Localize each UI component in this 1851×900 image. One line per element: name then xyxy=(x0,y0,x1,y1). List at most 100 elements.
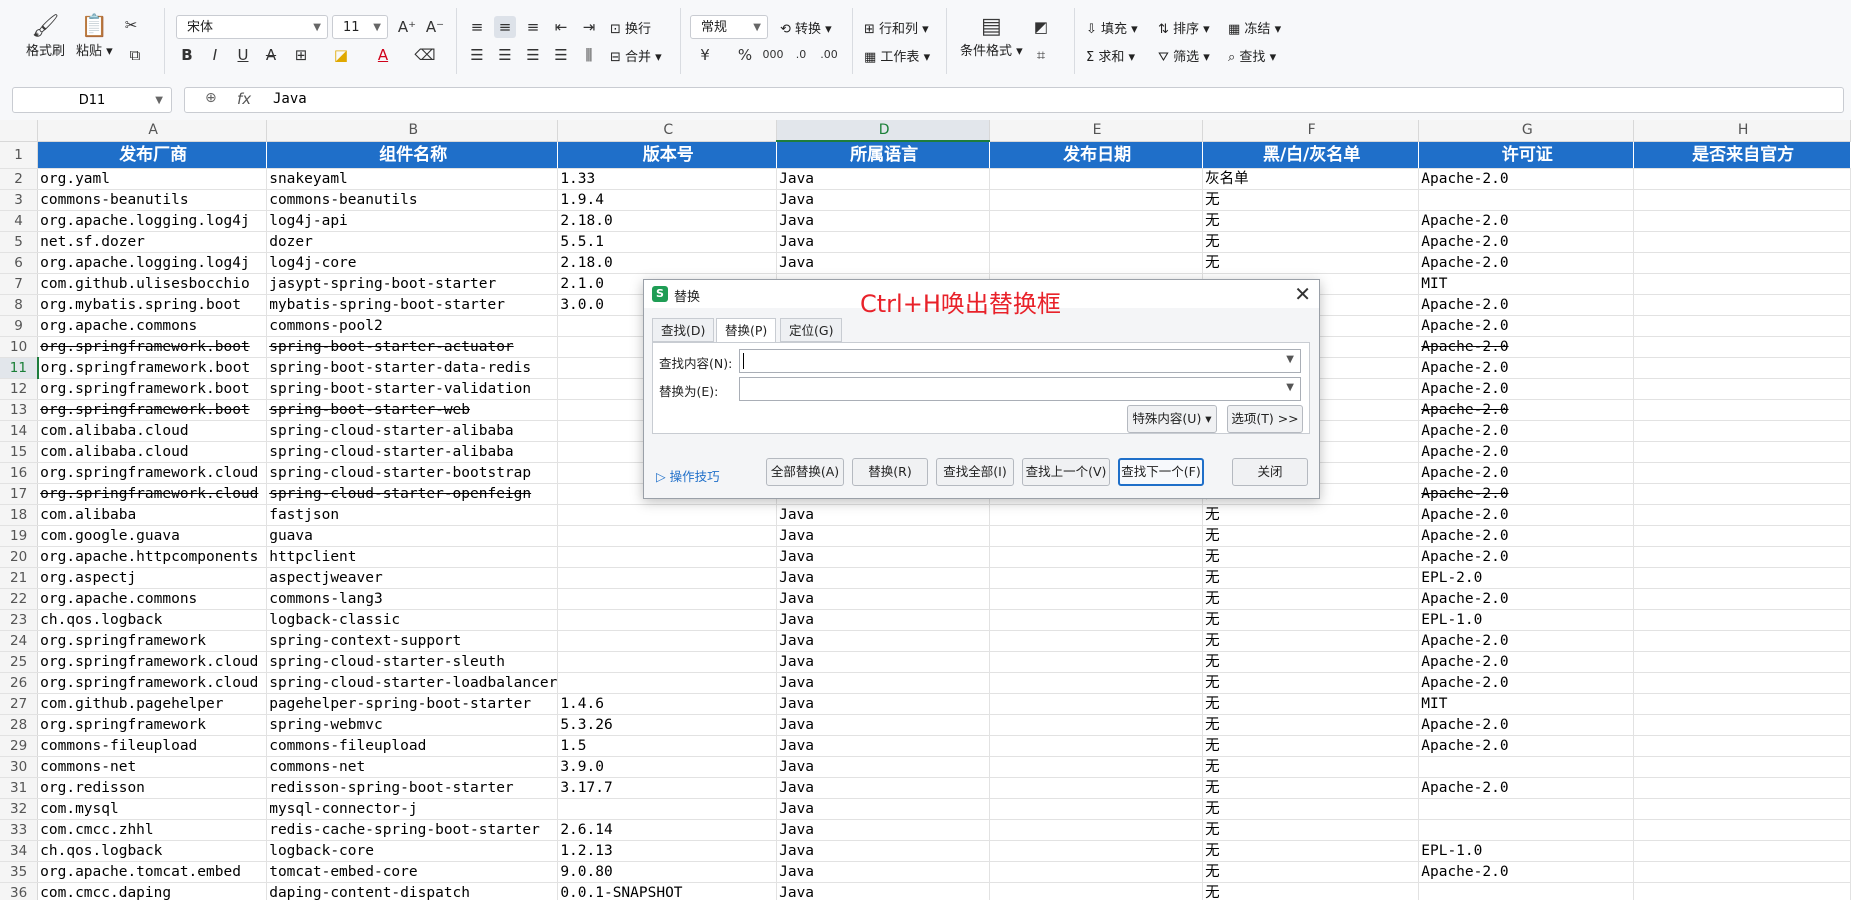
row-header[interactable]: 32 xyxy=(0,798,39,820)
cell-c[interactable]: 2.6.14 xyxy=(557,819,778,841)
cell-d[interactable]: Java xyxy=(776,693,991,715)
cell-e[interactable] xyxy=(989,777,1204,799)
row-header[interactable]: 13 xyxy=(0,399,39,421)
row-header[interactable]: 30 xyxy=(0,756,39,778)
decrease-decimal-icon[interactable]: .00 xyxy=(818,44,840,66)
cell-b[interactable]: commons-lang3 xyxy=(266,588,559,610)
cell-d[interactable]: Java xyxy=(776,861,991,883)
row-header[interactable]: 6 xyxy=(0,252,39,274)
cell-c[interactable]: 1.5 xyxy=(557,735,778,757)
sum-button[interactable]: Σ 求和 ▾ xyxy=(1086,46,1135,65)
cell-b[interactable]: spring-cloud-starter-alibaba xyxy=(266,441,559,463)
cell-h[interactable] xyxy=(1633,420,1851,442)
cell-d[interactable]: Java xyxy=(776,231,991,253)
cell-e[interactable] xyxy=(989,168,1204,190)
cell-a[interactable]: org.springframework.boot xyxy=(37,378,268,400)
cell-style-icon[interactable]: ◩ xyxy=(1030,16,1052,38)
sort-button[interactable]: ⇅ 排序 ▾ xyxy=(1158,18,1210,37)
cell-b[interactable]: redis-cache-spring-boot-starter xyxy=(266,819,559,841)
cell-g[interactable]: EPL-1.0 xyxy=(1418,609,1635,631)
cell-h[interactable] xyxy=(1633,798,1851,820)
cell-h[interactable] xyxy=(1633,567,1851,589)
cell-g[interactable]: Apache-2.0 xyxy=(1418,672,1635,694)
cell-a[interactable]: com.alibaba.cloud xyxy=(37,441,268,463)
cell-d[interactable]: Java xyxy=(776,504,991,526)
convert-button[interactable]: ⟲ 转换 ▾ xyxy=(780,18,832,37)
cell-g[interactable] xyxy=(1418,798,1635,820)
row-header[interactable]: 16 xyxy=(0,462,39,484)
cell-h[interactable] xyxy=(1633,525,1851,547)
cell-h[interactable] xyxy=(1633,546,1851,568)
cell-c[interactable]: 2.18.0 xyxy=(557,210,778,232)
distribute-icon[interactable]: ⫼ xyxy=(578,44,600,66)
cell-e[interactable] xyxy=(989,567,1204,589)
cell-h[interactable] xyxy=(1633,273,1851,295)
indent-icon[interactable]: ⇥ xyxy=(578,16,600,38)
find-all-button[interactable]: 查找全部(I) xyxy=(936,458,1014,486)
header-cell[interactable]: 所属语言 xyxy=(776,141,991,169)
cell-b[interactable]: spring-boot-starter-validation xyxy=(266,378,559,400)
cell-h[interactable] xyxy=(1633,882,1851,900)
cell-f[interactable]: 无 xyxy=(1202,840,1420,862)
cell-d[interactable]: Java xyxy=(776,735,991,757)
cell-f[interactable]: 无 xyxy=(1202,567,1420,589)
cell-f[interactable]: 灰名单 xyxy=(1202,168,1420,190)
copy-icon[interactable]: ⧉ xyxy=(124,44,146,66)
cell-h[interactable] xyxy=(1633,210,1851,232)
cell-g[interactable]: Apache-2.0 xyxy=(1418,630,1635,652)
merge-button[interactable]: ⊟ 合并 ▾ xyxy=(610,46,662,65)
align-center-icon[interactable]: ☰ xyxy=(494,44,516,66)
column-header[interactable]: H xyxy=(1633,120,1851,142)
cell-a[interactable]: org.springframework.cloud xyxy=(37,462,268,484)
cell-a[interactable]: com.alibaba xyxy=(37,504,268,526)
cell-e[interactable] xyxy=(989,231,1204,253)
cell-h[interactable] xyxy=(1633,756,1851,778)
font-size-select[interactable]: 11 ▼ xyxy=(332,15,388,39)
cell-g[interactable]: Apache-2.0 xyxy=(1418,546,1635,568)
cell-b[interactable]: spring-context-support xyxy=(266,630,559,652)
cell-a[interactable]: org.springframework.boot xyxy=(37,336,268,358)
header-cell[interactable]: 组件名称 xyxy=(266,141,559,169)
row-header[interactable]: 18 xyxy=(0,504,39,526)
cell-a[interactable]: org.apache.commons xyxy=(37,588,268,610)
align-middle-icon[interactable]: ≡ xyxy=(494,16,516,38)
cell-h[interactable] xyxy=(1633,861,1851,883)
cell-b[interactable]: tomcat-embed-core xyxy=(266,861,559,883)
cell-h[interactable] xyxy=(1633,378,1851,400)
cell-b[interactable]: redisson-spring-boot-starter xyxy=(266,777,559,799)
cell-d[interactable]: Java xyxy=(776,777,991,799)
cell-f[interactable]: 无 xyxy=(1202,798,1420,820)
cell-h[interactable] xyxy=(1633,252,1851,274)
close-button[interactable]: 关闭 xyxy=(1232,458,1308,486)
cell-e[interactable] xyxy=(989,861,1204,883)
cell-f[interactable]: 无 xyxy=(1202,735,1420,757)
cell-f[interactable]: 无 xyxy=(1202,525,1420,547)
cell-a[interactable]: ch.qos.logback xyxy=(37,609,268,631)
cell-h[interactable] xyxy=(1633,504,1851,526)
find-prev-button[interactable]: 查找上一个(V) xyxy=(1022,458,1110,486)
cell-g[interactable]: Apache-2.0 xyxy=(1418,861,1635,883)
cell-f[interactable]: 无 xyxy=(1202,756,1420,778)
cell-a[interactable]: net.sf.dozer xyxy=(37,231,268,253)
cell-a[interactable]: com.alibaba.cloud xyxy=(37,420,268,442)
cell-d[interactable]: Java xyxy=(776,567,991,589)
cell-h[interactable] xyxy=(1633,714,1851,736)
cell-d[interactable]: Java xyxy=(776,609,991,631)
cell-b[interactable]: spring-cloud-starter-sleuth xyxy=(266,651,559,673)
cell-c[interactable] xyxy=(557,651,778,673)
cell-d[interactable]: Java xyxy=(776,546,991,568)
cell-b[interactable]: commons-net xyxy=(266,756,559,778)
cell-h[interactable] xyxy=(1633,693,1851,715)
cell-h[interactable] xyxy=(1633,630,1851,652)
cell-c[interactable]: 3.17.7 xyxy=(557,777,778,799)
name-box[interactable]: D11 ▼ xyxy=(12,87,172,113)
cell-g[interactable]: Apache-2.0 xyxy=(1418,315,1635,337)
italic-icon[interactable]: I xyxy=(204,44,226,66)
cell-b[interactable]: spring-cloud-starter-loadbalancer xyxy=(266,672,559,694)
increase-decimal-icon[interactable]: .0 xyxy=(790,44,812,66)
cell-g[interactable]: Apache-2.0 xyxy=(1418,294,1635,316)
cell-b[interactable]: spring-webmvc xyxy=(266,714,559,736)
outdent-icon[interactable]: ⇤ xyxy=(550,16,572,38)
row-header[interactable]: 33 xyxy=(0,819,39,841)
options-button[interactable]: 选项(T) >> xyxy=(1227,405,1303,433)
